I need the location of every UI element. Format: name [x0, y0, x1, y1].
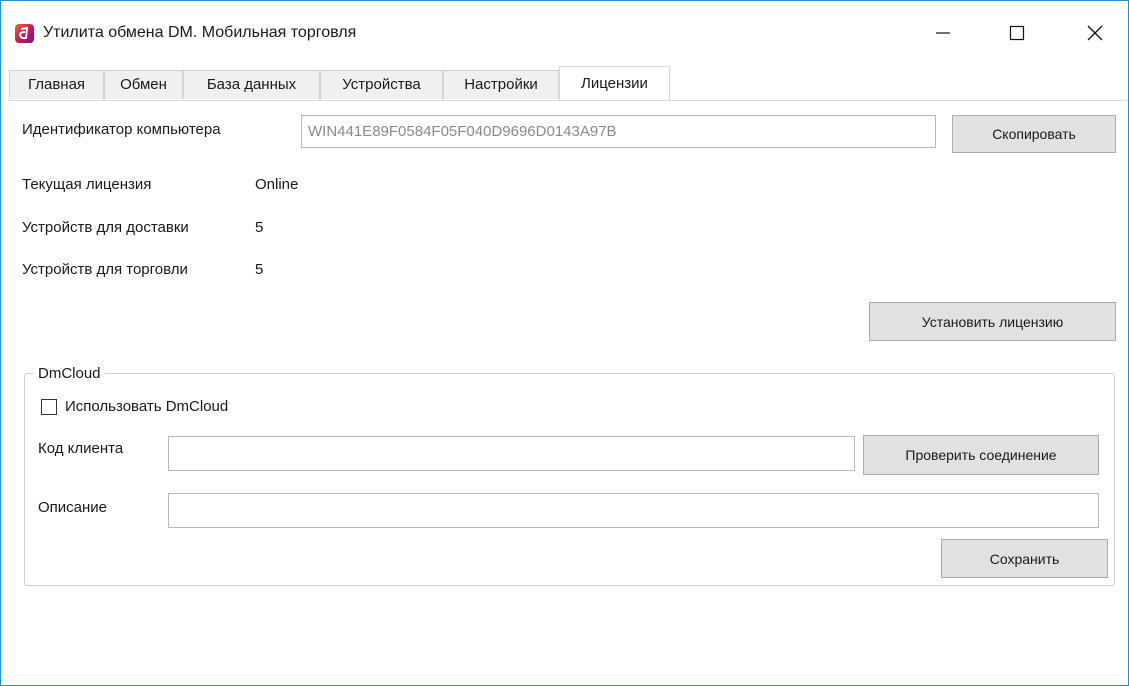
- trade-devices-label: Устройств для торговли: [22, 261, 188, 278]
- client-code-label: Код клиента: [38, 440, 124, 457]
- tab-devices[interactable]: Устройства: [320, 70, 443, 99]
- maximize-button[interactable]: [994, 17, 1040, 49]
- tab-database[interactable]: База данных: [183, 70, 320, 99]
- copy-button[interactable]: Скопировать: [952, 115, 1116, 153]
- minimize-button[interactable]: [920, 17, 966, 49]
- use-dmcloud-checkbox[interactable]: [41, 399, 57, 415]
- app-window: Утилита обмена DM. Мобильная торговля Гл…: [0, 0, 1129, 686]
- dmcloud-group-title: DmCloud: [34, 365, 105, 382]
- trade-devices-value: 5: [255, 261, 264, 278]
- current-license-value: Online: [255, 176, 299, 193]
- tab-exchange[interactable]: Обмен: [104, 70, 183, 99]
- window-title: Утилита обмена DM. Мобильная торговля: [43, 24, 357, 41]
- computer-id-label: Идентификатор компьютера: [22, 121, 221, 138]
- tab-divider: [9, 100, 1127, 101]
- close-button[interactable]: [1072, 17, 1118, 49]
- description-field[interactable]: [168, 493, 1099, 528]
- title-bar[interactable]: Утилита обмена DM. Мобильная торговля: [1, 1, 1128, 63]
- tab-main[interactable]: Главная: [9, 70, 104, 99]
- client-code-field[interactable]: [168, 436, 855, 471]
- check-connection-button[interactable]: Проверить соединение: [863, 435, 1099, 475]
- tab-licenses[interactable]: Лицензии: [559, 66, 670, 101]
- current-license-label: Текущая лицензия: [22, 176, 152, 193]
- tab-settings[interactable]: Настройки: [443, 70, 559, 99]
- computer-id-field[interactable]: [301, 115, 936, 148]
- app-logo-icon: [15, 24, 34, 43]
- description-label: Описание: [38, 499, 108, 516]
- use-dmcloud-label[interactable]: Использовать DmCloud: [65, 398, 228, 415]
- delivery-devices-label: Устройств для доставки: [22, 219, 189, 236]
- install-license-button[interactable]: Установить лицензию: [869, 302, 1116, 341]
- save-button[interactable]: Сохранить: [941, 539, 1108, 578]
- delivery-devices-value: 5: [255, 219, 264, 236]
